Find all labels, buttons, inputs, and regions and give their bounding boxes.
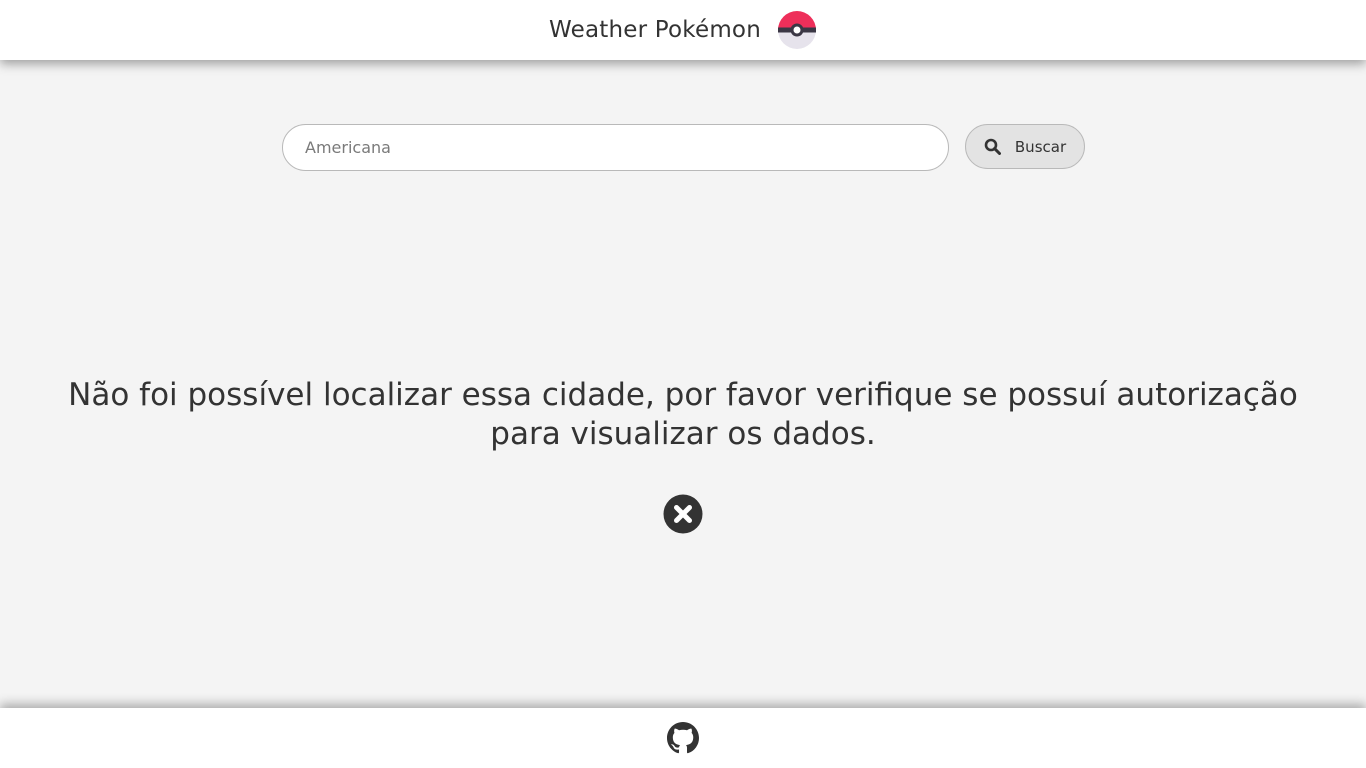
pokeball-icon bbox=[777, 11, 816, 49]
search-icon bbox=[984, 138, 1001, 155]
github-link[interactable] bbox=[667, 722, 699, 754]
search-button-label: Buscar bbox=[1014, 137, 1067, 156]
app-footer bbox=[0, 708, 1366, 768]
search-button[interactable]: Buscar bbox=[965, 124, 1085, 169]
error-message: Não foi possível localizar essa cidade, … bbox=[68, 377, 1298, 452]
search-input[interactable] bbox=[282, 124, 949, 171]
search-bar: Buscar bbox=[282, 124, 1085, 171]
github-icon bbox=[667, 722, 699, 754]
app-title: Weather Pokémon bbox=[549, 17, 761, 43]
close-circle-icon bbox=[663, 494, 703, 534]
app-header: Weather Pokémon bbox=[0, 0, 1366, 60]
